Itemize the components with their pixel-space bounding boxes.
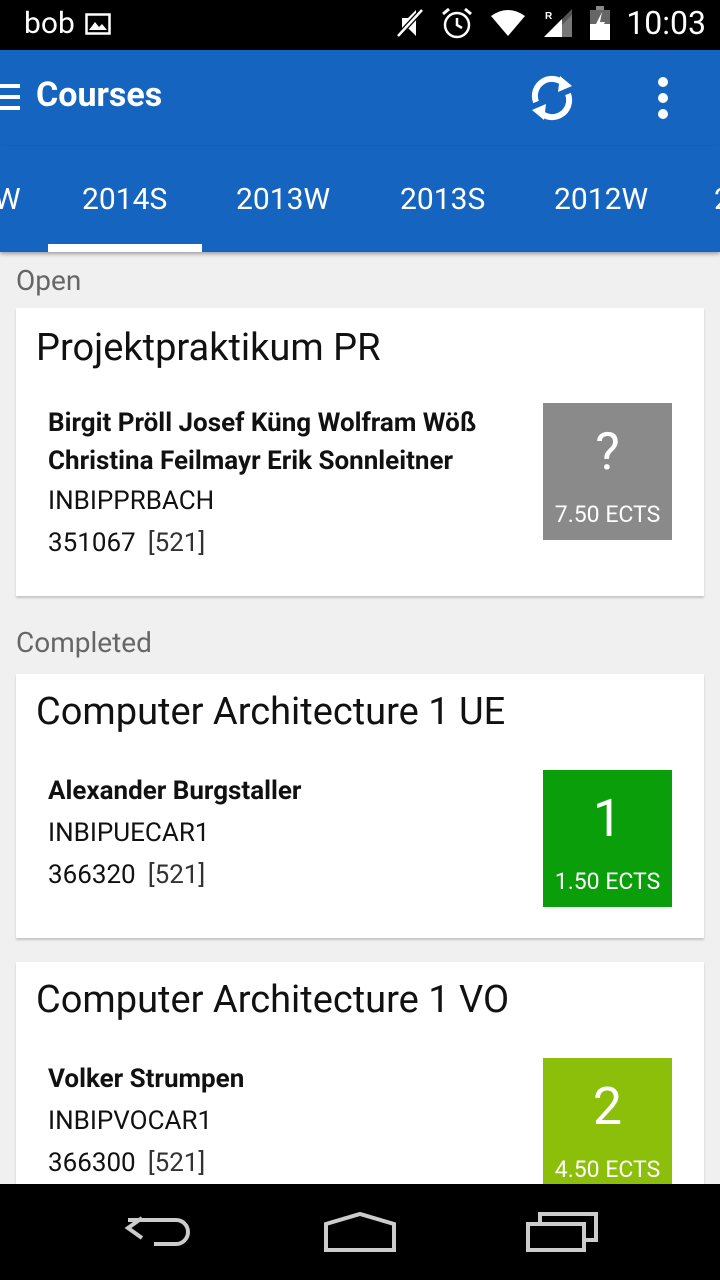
svg-text:R: R bbox=[545, 11, 553, 22]
course-card[interactable]: Computer Architecture 1 VO Volker Strump… bbox=[16, 962, 704, 1184]
course-curriculum: [521] bbox=[147, 1148, 206, 1178]
course-title: Computer Architecture 1 VO bbox=[36, 978, 510, 1022]
tab-2013w[interactable]: 2013W bbox=[236, 182, 330, 217]
course-title: Projektpraktikum PR bbox=[36, 326, 381, 370]
lecturers-line: Volker Strumpen bbox=[48, 1064, 245, 1094]
grade-box: 2 4.50 ECTS bbox=[543, 1058, 672, 1184]
course-number: 366320 [521] bbox=[48, 860, 205, 890]
course-number: 366300 [521] bbox=[48, 1148, 205, 1178]
lecturers-line: Birgit Pröll Josef Küng Wolfram Wöß bbox=[48, 408, 477, 438]
lecturers-line: Christina Feilmayr Erik Sonnleitner bbox=[48, 446, 454, 476]
course-curriculum: [521] bbox=[147, 528, 206, 558]
wifi-icon bbox=[490, 8, 526, 38]
more-options-icon[interactable] bbox=[646, 76, 680, 120]
status-user: bob bbox=[24, 6, 75, 41]
course-code: INBIPVOCAR1 bbox=[48, 1106, 213, 1136]
recent-apps-icon[interactable] bbox=[526, 1210, 600, 1256]
course-lecturers: Birgit Pröll Josef Küng Wolfram Wöß Chri… bbox=[48, 404, 518, 480]
section-completed-label: Completed bbox=[16, 626, 152, 659]
course-number: 351067 [521] bbox=[48, 528, 205, 558]
back-icon[interactable] bbox=[124, 1210, 196, 1256]
mute-icon bbox=[396, 6, 425, 40]
status-time: 10:03 bbox=[626, 4, 706, 42]
menu-icon[interactable] bbox=[0, 84, 22, 112]
semester-tabs: W 2014S 2013W 2013S 2012W 2 bbox=[0, 146, 720, 252]
image-notification-icon bbox=[85, 12, 111, 35]
home-icon[interactable] bbox=[322, 1210, 398, 1256]
course-curriculum: [521] bbox=[147, 860, 206, 890]
course-card[interactable]: Computer Architecture 1 UE Alexander Bur… bbox=[16, 674, 704, 938]
course-list[interactable]: Open Projektpraktikum PR Birgit Pröll Jo… bbox=[0, 252, 720, 1184]
tab-2014s[interactable]: 2014S bbox=[82, 182, 167, 217]
tab-2013s[interactable]: 2013S bbox=[400, 182, 485, 217]
grade-value: 1 bbox=[592, 788, 623, 849]
course-lecturers: Volker Strumpen bbox=[48, 1060, 518, 1098]
course-lecturers: Alexander Burgstaller bbox=[48, 772, 518, 810]
grade-value: ? bbox=[595, 421, 620, 482]
tab-partial-right[interactable]: 2 bbox=[714, 182, 720, 217]
ects-value: 4.50 ECTS bbox=[554, 1156, 661, 1183]
tab-2012w[interactable]: 2012W bbox=[554, 182, 648, 217]
status-bar: bob R 10:03 bbox=[0, 0, 720, 50]
course-id: 351067 bbox=[48, 528, 136, 558]
course-title: Computer Architecture 1 UE bbox=[36, 690, 506, 734]
ects-value: 1.50 ECTS bbox=[554, 868, 661, 895]
alarm-icon bbox=[440, 6, 474, 40]
refresh-icon[interactable] bbox=[526, 72, 578, 124]
course-code: INBIPPRBACH bbox=[48, 486, 215, 516]
grade-value: 2 bbox=[592, 1076, 623, 1137]
course-id: 366320 bbox=[48, 860, 136, 890]
grade-box: ? 7.50 ECTS bbox=[543, 403, 672, 540]
signal-icon: R bbox=[542, 7, 574, 39]
grade-box: 1 1.50 ECTS bbox=[543, 770, 672, 907]
section-open-label: Open bbox=[16, 264, 82, 297]
tab-indicator bbox=[48, 244, 202, 252]
navigation-bar bbox=[0, 1184, 720, 1280]
ects-value: 7.50 ECTS bbox=[554, 501, 661, 528]
page-title[interactable]: Courses bbox=[36, 75, 162, 115]
battery-charging-icon bbox=[590, 6, 611, 40]
course-code: INBIPUECAR1 bbox=[48, 818, 210, 848]
course-id: 366300 bbox=[48, 1148, 136, 1178]
tab-partial-left[interactable]: W bbox=[0, 182, 21, 217]
app-bar: Courses bbox=[0, 50, 720, 146]
lecturers-line: Alexander Burgstaller bbox=[48, 776, 302, 806]
course-card[interactable]: Projektpraktikum PR Birgit Pröll Josef K… bbox=[16, 308, 704, 596]
